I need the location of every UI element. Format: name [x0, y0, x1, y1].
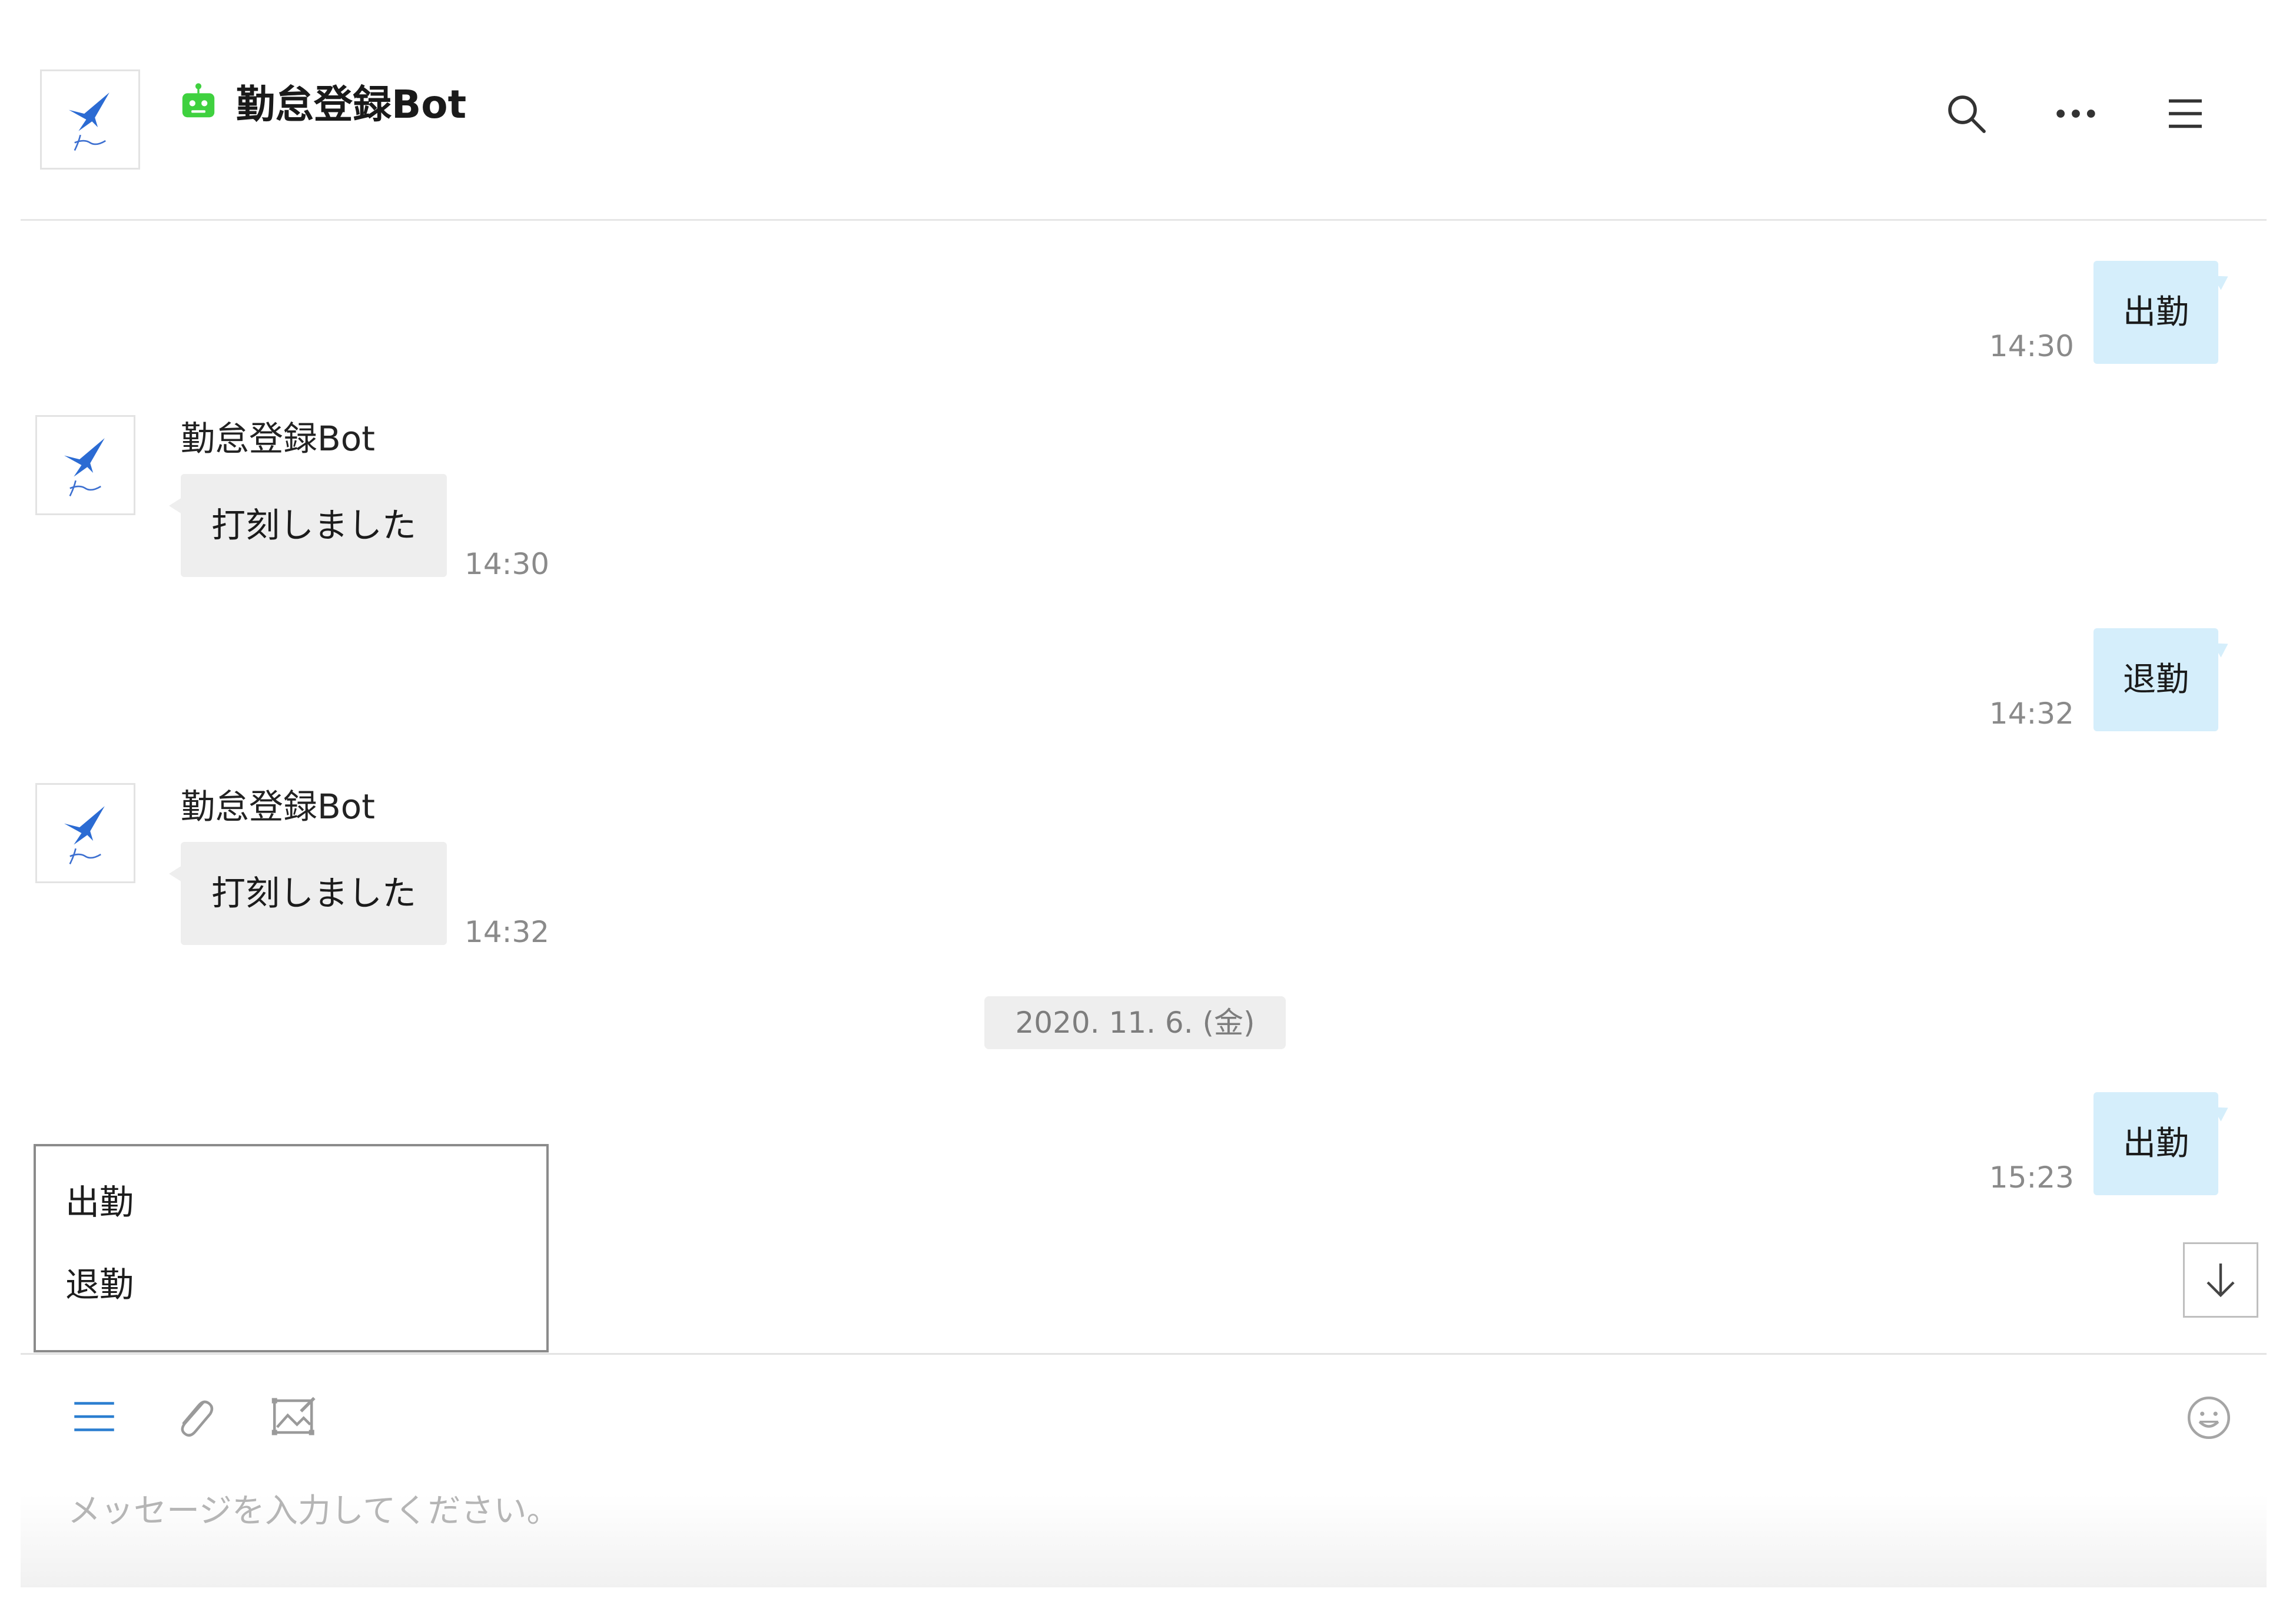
bot-avatar[interactable] — [40, 69, 140, 170]
my-message-bubble[interactable]: 出勤 — [2093, 1092, 2218, 1195]
arrow-down-icon — [2207, 1264, 2235, 1298]
rich-menu-button[interactable] — [68, 1390, 121, 1443]
search-icon — [1948, 95, 1986, 133]
paperclip-icon — [181, 1400, 214, 1437]
composer-toolbar — [68, 1390, 321, 1443]
my-message: 14:30 出勤 — [1989, 261, 2218, 364]
bot-message-bubble[interactable]: 打刻しました — [168, 474, 447, 577]
message-time: 14:30 — [464, 547, 550, 581]
message-time: 14:30 — [1989, 329, 2074, 363]
attach-file-button[interactable] — [168, 1390, 221, 1443]
swallow-logo-icon — [42, 71, 138, 168]
emoji-button[interactable] — [2182, 1391, 2235, 1444]
chat-header: 勤怠登録Bot — [21, 0, 2267, 221]
bot-message-bubble[interactable]: 打刻しました — [168, 842, 447, 945]
chat-title: 勤怠登録Bot — [236, 82, 467, 127]
scroll-to-bottom-button[interactable] — [2183, 1242, 2258, 1318]
hamburger-menu-icon — [2169, 99, 2202, 128]
quick-reply-clock-out[interactable]: 退勤 — [36, 1258, 546, 1341]
quick-reply-clock-in[interactable]: 出勤 — [36, 1176, 546, 1258]
emoji-icon — [2188, 1397, 2230, 1439]
my-message: 14:32 退勤 — [1989, 628, 2218, 731]
message-time: 14:32 — [1989, 697, 2074, 731]
menu-button[interactable] — [2160, 88, 2211, 139]
list-icon — [74, 1402, 114, 1431]
header-actions — [1941, 88, 2211, 139]
date-separator: 2020. 11. 6. (金) — [984, 996, 1286, 1049]
message-time: 14:32 — [464, 915, 550, 949]
swallow-logo-icon — [37, 417, 134, 513]
sender-name: 勤怠登録Bot — [181, 419, 376, 459]
quick-reply-menu: 出勤 退勤 — [34, 1144, 549, 1352]
message-composer — [21, 1353, 2267, 1587]
my-message-bubble[interactable]: 出勤 — [2093, 261, 2218, 364]
bot-avatar[interactable] — [35, 415, 135, 515]
swallow-logo-icon — [37, 785, 134, 881]
attach-image-button[interactable] — [268, 1390, 321, 1443]
sender-name: 勤怠登録Bot — [181, 787, 376, 827]
bot-avatar[interactable] — [35, 783, 135, 883]
image-edit-icon — [271, 1397, 316, 1435]
message-input[interactable] — [50, 1478, 2205, 1543]
header-title: 勤怠登録Bot — [178, 72, 466, 131]
more-button[interactable] — [2051, 88, 2101, 139]
more-dots-icon — [2056, 110, 2095, 118]
robot-icon — [178, 81, 218, 121]
search-button[interactable] — [1941, 88, 1992, 139]
message-time: 15:23 — [1989, 1160, 2074, 1195]
my-message: 15:23 出勤 — [1989, 1092, 2218, 1195]
my-message-bubble[interactable]: 退勤 — [2093, 628, 2218, 731]
